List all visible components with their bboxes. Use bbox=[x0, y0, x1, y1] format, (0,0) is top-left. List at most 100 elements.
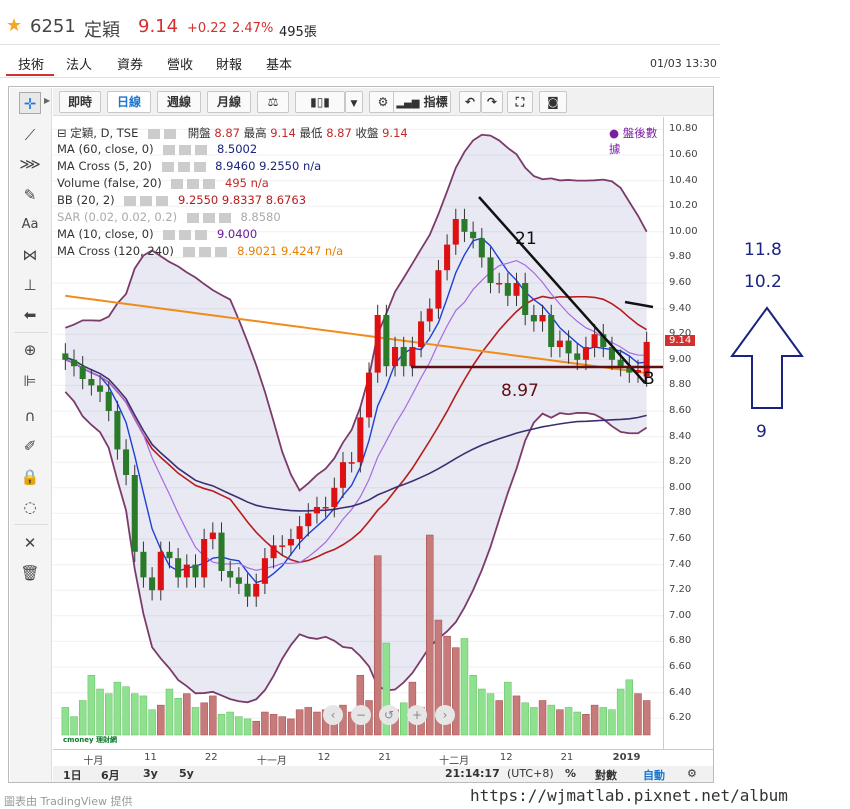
tab-margin[interactable]: 資券 bbox=[117, 54, 143, 73]
volume-bar bbox=[165, 688, 174, 736]
eye-hide-icon[interactable]: ◌ bbox=[19, 496, 41, 518]
range-3y-button[interactable]: 3y bbox=[143, 767, 158, 780]
compare-scale-button[interactable]: ⚖ bbox=[257, 91, 289, 113]
chevron-right-icon[interactable]: ▶ bbox=[44, 96, 50, 105]
range-6m-button[interactable]: 6月 bbox=[101, 767, 120, 783]
tab-financials[interactable]: 財報 bbox=[216, 54, 242, 73]
collapse-icon[interactable]: ⊟ bbox=[57, 126, 67, 140]
candle-body bbox=[539, 315, 546, 322]
candle-body bbox=[418, 321, 425, 347]
time-axis[interactable]: 十月 11 22 十一月 12 21 十二月 12 21 2019 bbox=[53, 749, 713, 767]
volume-bar bbox=[200, 702, 208, 736]
axis-settings-icon[interactable]: ⚙ bbox=[687, 767, 697, 780]
undo-icon: ↶ bbox=[464, 95, 476, 109]
measure-icon[interactable]: ⊥ bbox=[19, 274, 41, 296]
y-tick-label: 7.40 bbox=[669, 558, 692, 570]
x-tick-label: 12 bbox=[499, 752, 513, 763]
y-tick-label: 7.00 bbox=[669, 609, 692, 621]
volume-bar bbox=[96, 688, 104, 736]
indicators-button[interactable]: ▂▄▆ 指標 bbox=[393, 91, 451, 113]
fullscreen-button[interactable]: ⛶ bbox=[507, 91, 533, 113]
candle-body bbox=[227, 571, 234, 578]
star-icon[interactable]: ★ bbox=[6, 15, 22, 36]
volume-bar bbox=[573, 711, 581, 736]
legend-controls[interactable] bbox=[171, 178, 216, 189]
legend-controls[interactable] bbox=[186, 212, 231, 223]
candle-body bbox=[444, 244, 451, 271]
text-tool-icon[interactable]: Aa bbox=[19, 214, 41, 236]
y-tick-label: 8.00 bbox=[669, 481, 692, 493]
price-axis[interactable]: 10.80 10.60 10.40 10.20 10.00 9.80 9.60 9.40 9.2… bbox=[663, 117, 713, 749]
range-1d-button[interactable]: 1日 bbox=[63, 767, 82, 783]
fib-icon[interactable]: ⋙ bbox=[19, 153, 41, 175]
volume-bar bbox=[70, 716, 78, 736]
auto-toggle[interactable]: 自動 bbox=[643, 767, 665, 783]
legend-controls[interactable] bbox=[148, 128, 179, 139]
lock-icon[interactable]: 🔒 bbox=[19, 466, 41, 488]
interval-realtime-button[interactable]: 即時 bbox=[59, 91, 101, 113]
clock-timezone: (UTC+8) bbox=[507, 767, 554, 780]
tab-basic[interactable]: 基本 bbox=[266, 54, 292, 73]
candle-body bbox=[305, 513, 312, 527]
volume-bar bbox=[61, 707, 70, 736]
legend-controls[interactable] bbox=[163, 144, 208, 155]
legend-ma10-value: 9.0400 bbox=[216, 227, 258, 241]
trash-icon[interactable]: 🗑 bbox=[19, 562, 41, 584]
interval-monthly-button[interactable]: 月線 bbox=[207, 91, 251, 113]
candle-body bbox=[218, 532, 225, 571]
y-tick-label: 6.80 bbox=[669, 635, 692, 647]
scroll-right-icon[interactable]: › bbox=[435, 705, 455, 725]
chart-type-button[interactable]: ▮▯▮ bbox=[295, 91, 345, 113]
ruler-icon[interactable]: ⊫ bbox=[19, 370, 41, 392]
range-5y-button[interactable]: 5y bbox=[179, 767, 194, 780]
zoom-in-icon[interactable]: + bbox=[407, 705, 427, 725]
volume-bar bbox=[538, 700, 547, 736]
camera-icon: ◙ bbox=[547, 95, 559, 109]
tab-revenue[interactable]: 營收 bbox=[167, 54, 193, 73]
interval-weekly-button[interactable]: 週線 bbox=[157, 91, 201, 113]
legend-controls[interactable] bbox=[161, 161, 206, 172]
section-tabs: 技術 法人 資券 營收 財報 基本 01/03 13:30 bbox=[0, 48, 720, 78]
volume-bar bbox=[148, 709, 156, 736]
volume-bar bbox=[599, 707, 608, 736]
low-value: 8.87 bbox=[326, 126, 352, 140]
snapshot-button[interactable]: ◙ bbox=[539, 91, 567, 113]
chart-widget: ✛ ▶ ⟋ ⋙ ✎ Aa ⋈ ⊥ ⬅ ⊕ ⊫ ∩ ✐ 🔒 ◌ ✕ 🗑 即時 日線… bbox=[8, 86, 714, 783]
y-tick-label: 6.40 bbox=[669, 686, 692, 698]
tab-institutional[interactable]: 法人 bbox=[66, 54, 92, 73]
volume-bar bbox=[452, 647, 460, 736]
redo-button[interactable]: ↷ bbox=[481, 91, 503, 113]
log-toggle[interactable]: 對數 bbox=[595, 767, 617, 783]
high-value: 9.14 bbox=[270, 126, 296, 140]
trendline-icon[interactable]: ⟋ bbox=[19, 124, 41, 146]
pencil-lock-icon[interactable]: ✐ bbox=[19, 435, 41, 457]
zoom-in-icon[interactable]: ⊕ bbox=[19, 339, 41, 361]
legend-controls[interactable] bbox=[124, 195, 169, 206]
brush-icon[interactable]: ✎ bbox=[19, 184, 41, 206]
undo-button[interactable]: ↶ bbox=[459, 91, 481, 113]
tools-icon[interactable]: ✕ bbox=[19, 532, 41, 554]
percent-toggle[interactable]: % bbox=[565, 767, 576, 780]
arrow-left-icon[interactable]: ⬅ bbox=[19, 304, 41, 326]
candles-icon: ▮▯▮ bbox=[310, 95, 330, 109]
volume-bar bbox=[642, 700, 651, 736]
price-plot[interactable]: ⊟ 定穎, D, TSE 開盤 8.87 最高 9.14 最低 8.87 收盤 … bbox=[53, 117, 663, 749]
candle-body bbox=[114, 411, 121, 450]
after-hours-label[interactable]: ● 盤後數據 bbox=[609, 125, 663, 157]
zoom-out-icon[interactable]: − bbox=[351, 705, 371, 725]
legend-controls[interactable] bbox=[183, 246, 228, 257]
y-tick-label: 8.80 bbox=[669, 379, 692, 391]
legend-controls[interactable] bbox=[163, 229, 208, 240]
pattern-icon[interactable]: ⋈ bbox=[19, 244, 41, 266]
annotation-21: 21 bbox=[515, 229, 537, 249]
magnet-icon[interactable]: ∩ bbox=[19, 405, 41, 427]
interval-daily-button[interactable]: 日線 bbox=[107, 91, 151, 113]
chart-type-dropdown[interactable]: ▼ bbox=[345, 91, 363, 113]
redo-icon: ↷ bbox=[486, 95, 498, 109]
scroll-left-icon[interactable]: ‹ bbox=[323, 705, 343, 725]
volume-bar bbox=[486, 693, 495, 736]
tab-technical[interactable]: 技術 bbox=[18, 54, 44, 73]
reset-icon[interactable]: ↺ bbox=[379, 705, 399, 725]
crosshair-icon[interactable]: ✛ bbox=[19, 92, 41, 114]
volume-bar bbox=[278, 716, 286, 736]
